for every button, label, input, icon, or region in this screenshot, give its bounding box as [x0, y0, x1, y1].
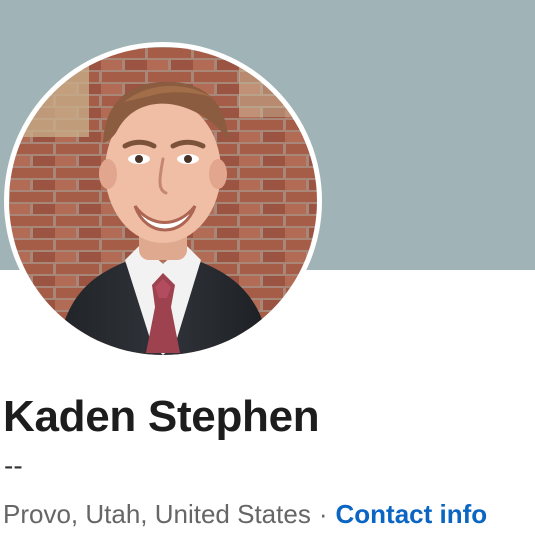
profile-location: Provo, Utah, United States [3, 499, 311, 529]
contact-info-link[interactable]: Contact info [336, 499, 488, 529]
profile-name: Kaden Stephen [3, 392, 320, 441]
profile-headline: -- [4, 450, 23, 481]
profile-top-card: Kaden Stephen -- Provo, Utah, United Sta… [0, 0, 535, 536]
separator-dot: · [318, 499, 328, 529]
profile-photo-image [9, 47, 317, 355]
profile-photo-frame[interactable] [4, 42, 322, 360]
location-contact-row: Provo, Utah, United States · Contact info [3, 499, 488, 530]
profile-photo[interactable] [9, 47, 317, 355]
